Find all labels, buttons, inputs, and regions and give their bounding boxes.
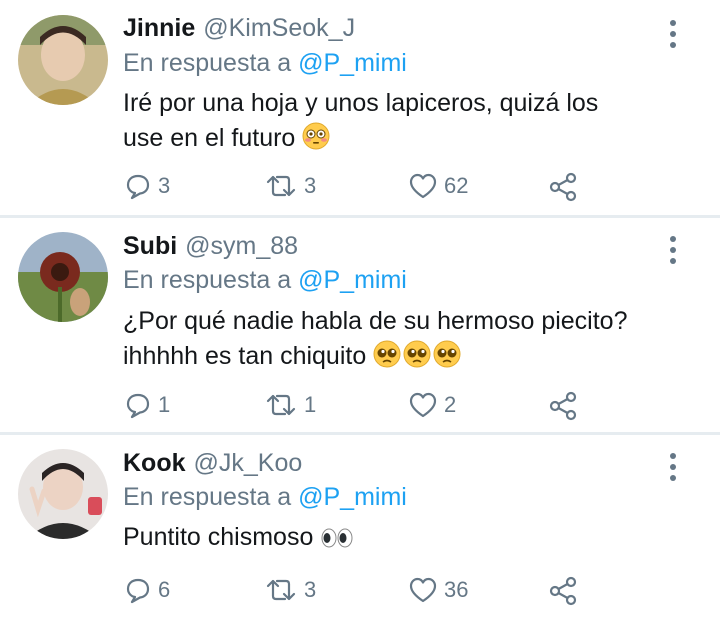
reply-mention-link[interactable]: @P_mimi (298, 49, 407, 77)
like-button[interactable]: 2 (408, 391, 456, 419)
like-count: 36 (444, 577, 469, 602)
pleading-face-emoji (373, 340, 461, 378)
tweet-text-line: ¿Por qué nadie habla de su hermoso pieci… (123, 307, 628, 335)
like-count: 62 (444, 173, 469, 198)
retweet-button[interactable]: 1 (264, 391, 316, 419)
tweet-text-line: ihhhhh es tan chiquito (123, 342, 367, 370)
more-options-icon[interactable] (662, 447, 684, 487)
tweet-header: Subi @sym_88 (123, 232, 298, 261)
tweet-text-line: Iré por una hoja y unos lapiceros, quizá… (123, 89, 599, 117)
retweet-count: 3 (304, 173, 317, 198)
retweet-button[interactable]: 3 (264, 172, 316, 200)
display-name[interactable]: Jinnie (123, 14, 195, 42)
reply-prefix: En respuesta a (123, 266, 292, 294)
tweet-text: ¿Por qué nadie habla de su hermoso pieci… (123, 304, 703, 378)
more-options-icon[interactable] (662, 14, 684, 54)
user-handle[interactable]: @KimSeok_J (203, 14, 355, 42)
share-icon (549, 576, 577, 606)
tweet-text: Puntito chismoso (123, 520, 703, 559)
reply-mention-link[interactable]: @P_mimi (298, 266, 407, 294)
like-button[interactable]: 36 (408, 576, 468, 604)
like-count: 2 (444, 392, 457, 417)
eyes-emoji (320, 524, 354, 559)
retweet-icon (266, 175, 296, 197)
retweet-count: 1 (304, 392, 317, 417)
reply-icon (126, 393, 150, 419)
reply-context: En respuesta a @P_mimi (123, 483, 407, 512)
share-button[interactable] (548, 391, 578, 421)
flushed-face-emoji (302, 122, 330, 160)
user-handle[interactable]: @Jk_Koo (194, 449, 303, 477)
tweet-text-line: use en el futuro (123, 124, 296, 152)
tweet: Jinnie @KimSeok_J En respuesta a @P_mimi … (0, 0, 720, 218)
reply-prefix: En respuesta a (123, 483, 292, 511)
reply-count: 1 (158, 392, 171, 417)
reply-prefix: En respuesta a (123, 49, 292, 77)
reply-button[interactable]: 6 (124, 576, 170, 604)
tweet-header: Kook @Jk_Koo (123, 449, 302, 478)
reply-icon (126, 578, 150, 604)
reply-count: 6 (158, 577, 171, 602)
reply-button[interactable]: 3 (124, 172, 170, 200)
retweet-count: 3 (304, 577, 317, 602)
share-icon (549, 172, 577, 202)
reply-context: En respuesta a @P_mimi (123, 49, 407, 78)
reply-mention-link[interactable]: @P_mimi (298, 483, 407, 511)
heart-icon (409, 577, 437, 603)
tweet-feed: Jinnie @KimSeok_J En respuesta a @P_mimi … (0, 0, 720, 641)
display-name[interactable]: Kook (123, 449, 186, 477)
reply-icon (126, 174, 150, 200)
avatar[interactable] (18, 449, 108, 539)
retweet-icon (266, 394, 296, 416)
share-icon (549, 391, 577, 421)
like-button[interactable]: 62 (408, 172, 468, 200)
reply-count: 3 (158, 173, 171, 198)
retweet-icon (266, 579, 296, 601)
tweet-text: Iré por una hoja y unos lapiceros, quizá… (123, 86, 703, 160)
tweet: Kook @Jk_Koo En respuesta a @P_mimi Punti… (0, 435, 720, 641)
heart-icon (409, 173, 437, 199)
avatar[interactable] (18, 232, 108, 322)
share-button[interactable] (548, 576, 578, 606)
reply-context: En respuesta a @P_mimi (123, 266, 407, 295)
tweet: Subi @sym_88 En respuesta a @P_mimi ¿Por … (0, 218, 720, 434)
user-handle[interactable]: @sym_88 (185, 232, 298, 260)
tweet-header: Jinnie @KimSeok_J (123, 14, 355, 43)
reply-button[interactable]: 1 (124, 391, 170, 419)
tweet-text-line: Puntito chismoso (123, 523, 314, 551)
avatar[interactable] (18, 15, 108, 105)
heart-icon (409, 392, 437, 418)
share-button[interactable] (548, 172, 578, 202)
retweet-button[interactable]: 3 (264, 576, 316, 604)
more-options-icon[interactable] (662, 230, 684, 270)
display-name[interactable]: Subi (123, 232, 177, 260)
